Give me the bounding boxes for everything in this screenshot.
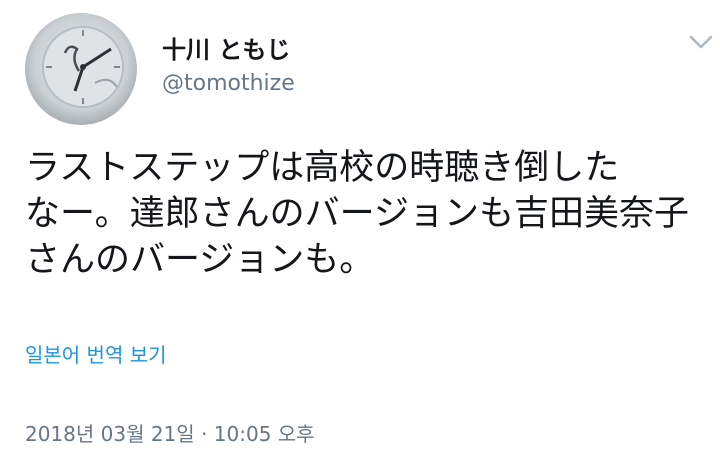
tweet-timestamp: 2018년 03월 21일 · 10:05 오후 bbox=[25, 422, 315, 446]
tweet-card: 十川 ともじ @tomothize ラストステップは高校の時聴き倒した なー。達… bbox=[0, 0, 720, 458]
translate-tweet-link[interactable]: 일본어 번역 보기 bbox=[25, 341, 167, 369]
clock-avatar-icon bbox=[25, 13, 137, 125]
tweet-menu-button[interactable] bbox=[681, 26, 720, 58]
tweet-text-line: なー。達郎さんのバージョンも吉田美奈子 bbox=[25, 194, 689, 234]
tweet-text-line: ラストステップは高校の時聴き倒した bbox=[25, 148, 620, 188]
chevron-down-icon bbox=[689, 35, 713, 49]
author-avatar[interactable] bbox=[25, 13, 137, 125]
tweet-text: ラストステップは高校の時聴き倒した なー。達郎さんのバージョンも吉田美奈子 さん… bbox=[25, 145, 705, 283]
author-handle[interactable]: @tomothize bbox=[162, 70, 295, 98]
author-display-name[interactable]: 十川 ともじ bbox=[162, 35, 290, 65]
tweet-text-line: さんのバージョンも。 bbox=[25, 240, 375, 280]
